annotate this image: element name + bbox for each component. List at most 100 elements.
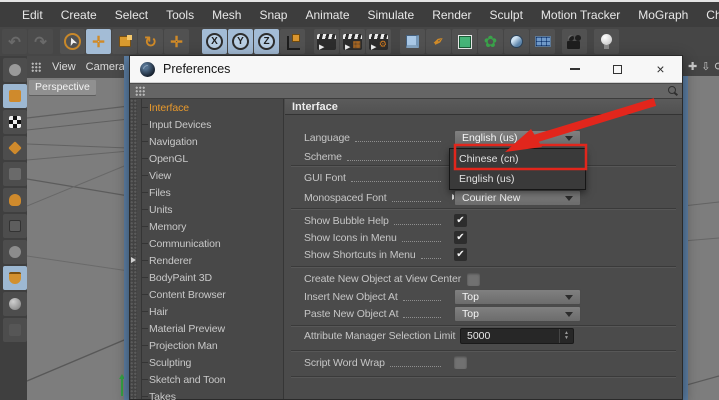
last-tool-icon[interactable]: ✛ xyxy=(164,29,189,54)
snap-toggle-icon[interactable] xyxy=(3,240,27,264)
window-title-bar[interactable]: Preferences × xyxy=(130,56,682,83)
locked-tool-icon[interactable] xyxy=(3,318,27,342)
pan-view-icon[interactable]: ✚ xyxy=(688,60,697,73)
add-cube-object-icon[interactable] xyxy=(400,29,425,54)
menu-animate[interactable]: Animate xyxy=(296,8,358,22)
sidebar-item-takes[interactable]: Takes xyxy=(137,388,283,400)
model-mode-icon[interactable] xyxy=(3,58,27,82)
attribute-limit-input[interactable]: 5000 ▲▼ xyxy=(460,328,574,344)
sidebar-item-communication[interactable]: Communication xyxy=(137,235,283,252)
menu-snap[interactable]: Snap xyxy=(250,8,296,22)
redo-icon[interactable]: ↷ xyxy=(28,29,53,54)
sidebar-item-material-preview[interactable]: Material Preview xyxy=(137,320,283,337)
create-new-object-checkbox[interactable] xyxy=(467,273,480,286)
expander-icon[interactable] xyxy=(131,257,139,263)
menu-tools[interactable]: Tools xyxy=(157,8,203,22)
preferences-sidebar: Interface Input Devices Navigation OpenG… xyxy=(130,99,284,399)
rotate-tool-icon[interactable]: ↻ xyxy=(138,29,163,54)
script-word-wrap-checkbox[interactable] xyxy=(454,356,467,369)
sphere-tool-icon[interactable] xyxy=(3,292,27,316)
menu-sculpt[interactable]: Sculpt xyxy=(481,8,532,22)
points-mode-icon[interactable] xyxy=(3,110,27,134)
viewport-menu-view[interactable]: View xyxy=(52,61,76,73)
zoom-view-icon[interactable]: ⇩ xyxy=(701,60,710,73)
sidebar-item-sculpting[interactable]: Sculpting xyxy=(137,354,283,371)
sidebar-item-files[interactable]: Files xyxy=(137,184,283,201)
light-object-icon[interactable] xyxy=(594,29,619,54)
drag-handle-icon[interactable] xyxy=(135,86,146,97)
row-paste-new-object: Paste New Object At Top xyxy=(304,305,672,323)
live-selection-tool-icon[interactable]: ➤ xyxy=(60,29,85,54)
drag-handle-icon[interactable] xyxy=(31,62,42,73)
edges-mode-icon[interactable] xyxy=(3,136,27,160)
sidebar-item-navigation[interactable]: Navigation xyxy=(137,133,283,150)
menu-character[interactable]: Character xyxy=(697,8,719,22)
sidebar-item-view[interactable]: View xyxy=(137,167,283,184)
show-shortcuts-in-menu-checkbox[interactable]: ✔ xyxy=(454,248,467,261)
sidebar-item-opengl[interactable]: OpenGL xyxy=(137,150,283,167)
render-settings-icon[interactable]: ▶⚙ xyxy=(366,29,391,54)
generators-icon[interactable] xyxy=(452,29,477,54)
viewport-right[interactable]: ✚ ⇩ ⟳ xyxy=(683,56,719,400)
coordinate-system-icon[interactable] xyxy=(280,29,305,54)
minimize-button[interactable] xyxy=(553,56,596,82)
sidebar-grip[interactable] xyxy=(130,99,137,399)
menu-mograph[interactable]: MoGraph xyxy=(629,8,697,22)
menu-motion-tracker[interactable]: Motion Tracker xyxy=(532,8,629,22)
rotate-view-icon[interactable]: ⟳ xyxy=(714,60,719,73)
undo-icon[interactable]: ↶ xyxy=(2,29,27,54)
polygons-mode-icon[interactable] xyxy=(3,162,27,186)
texture-mode-icon[interactable] xyxy=(3,84,27,108)
y-axis-lock-button[interactable]: Y xyxy=(228,29,253,54)
sidebar-item-projection-man[interactable]: Projection Man xyxy=(137,337,283,354)
sidebar-item-input-devices[interactable]: Input Devices xyxy=(137,116,283,133)
camera-object-icon[interactable] xyxy=(562,29,587,54)
close-button[interactable]: × xyxy=(639,56,682,82)
monospaced-font-dropdown[interactable]: Courier New xyxy=(454,190,581,206)
spline-pen-icon[interactable]: ✒ xyxy=(426,29,451,54)
axis-mode-icon[interactable] xyxy=(3,214,27,238)
menu-simulate[interactable]: Simulate xyxy=(359,8,424,22)
sidebar-item-hair[interactable]: Hair xyxy=(137,303,283,320)
x-axis-lock-button[interactable]: X xyxy=(202,29,227,54)
preferences-window: Preferences × Interface Input Devices Na… xyxy=(129,55,683,400)
workplane-mode-icon[interactable] xyxy=(3,188,27,212)
viewport-left[interactable]: View Cameras D Perspective xyxy=(27,56,129,400)
sidebar-item-sketch-and-toon[interactable]: Sketch and Toon xyxy=(137,371,283,388)
show-bubble-help-checkbox[interactable]: ✔ xyxy=(454,214,467,227)
maximize-button[interactable] xyxy=(596,56,639,82)
scale-tool-icon[interactable] xyxy=(112,29,137,54)
chevron-down-icon xyxy=(565,312,573,321)
spinner-control[interactable]: ▲▼ xyxy=(559,329,573,343)
menu-create[interactable]: Create xyxy=(52,8,106,22)
menu-render[interactable]: Render xyxy=(423,8,480,22)
chevron-down-icon xyxy=(565,196,573,205)
sidebar-item-interface[interactable]: Interface xyxy=(137,99,283,116)
search-icon[interactable] xyxy=(667,86,677,96)
paste-new-object-dropdown[interactable]: Top xyxy=(454,306,581,322)
floor-grid-icon[interactable] xyxy=(530,29,555,54)
z-axis-lock-button[interactable]: Z xyxy=(254,29,279,54)
language-dropdown[interactable]: English (us) xyxy=(454,130,581,146)
row-create-new-object: Create New Object at View Center xyxy=(304,270,672,288)
menu-mesh[interactable]: Mesh xyxy=(203,8,250,22)
sidebar-item-memory[interactable]: Memory xyxy=(137,218,283,235)
window-controls: × xyxy=(553,56,682,82)
sidebar-item-bodypaint-3d[interactable]: BodyPaint 3D xyxy=(137,269,283,286)
show-icons-in-menu-checkbox[interactable]: ✔ xyxy=(454,231,467,244)
option-chinese-cn[interactable]: Chinese (cn) xyxy=(450,149,585,169)
settings-panel: Interface Language English (us) Scheme G… xyxy=(285,99,682,399)
menu-select[interactable]: Select xyxy=(106,8,157,22)
option-english-us[interactable]: English (us) xyxy=(450,169,585,189)
menu-edit[interactable]: Edit xyxy=(13,8,52,22)
insert-new-object-dropdown[interactable]: Top xyxy=(454,289,581,305)
deformers-icon[interactable]: ✿ xyxy=(478,29,503,54)
render-view-icon[interactable]: ▶ xyxy=(314,29,339,54)
sidebar-item-content-browser[interactable]: Content Browser xyxy=(137,286,283,303)
render-to-picture-viewer-icon[interactable]: ▶▦ xyxy=(340,29,365,54)
environment-objects-icon[interactable] xyxy=(504,29,529,54)
move-tool-icon[interactable]: ✛ xyxy=(86,29,111,54)
sidebar-item-renderer[interactable]: Renderer xyxy=(137,252,283,269)
sidebar-item-units[interactable]: Units xyxy=(137,201,283,218)
basket-tool-icon[interactable] xyxy=(3,266,27,290)
